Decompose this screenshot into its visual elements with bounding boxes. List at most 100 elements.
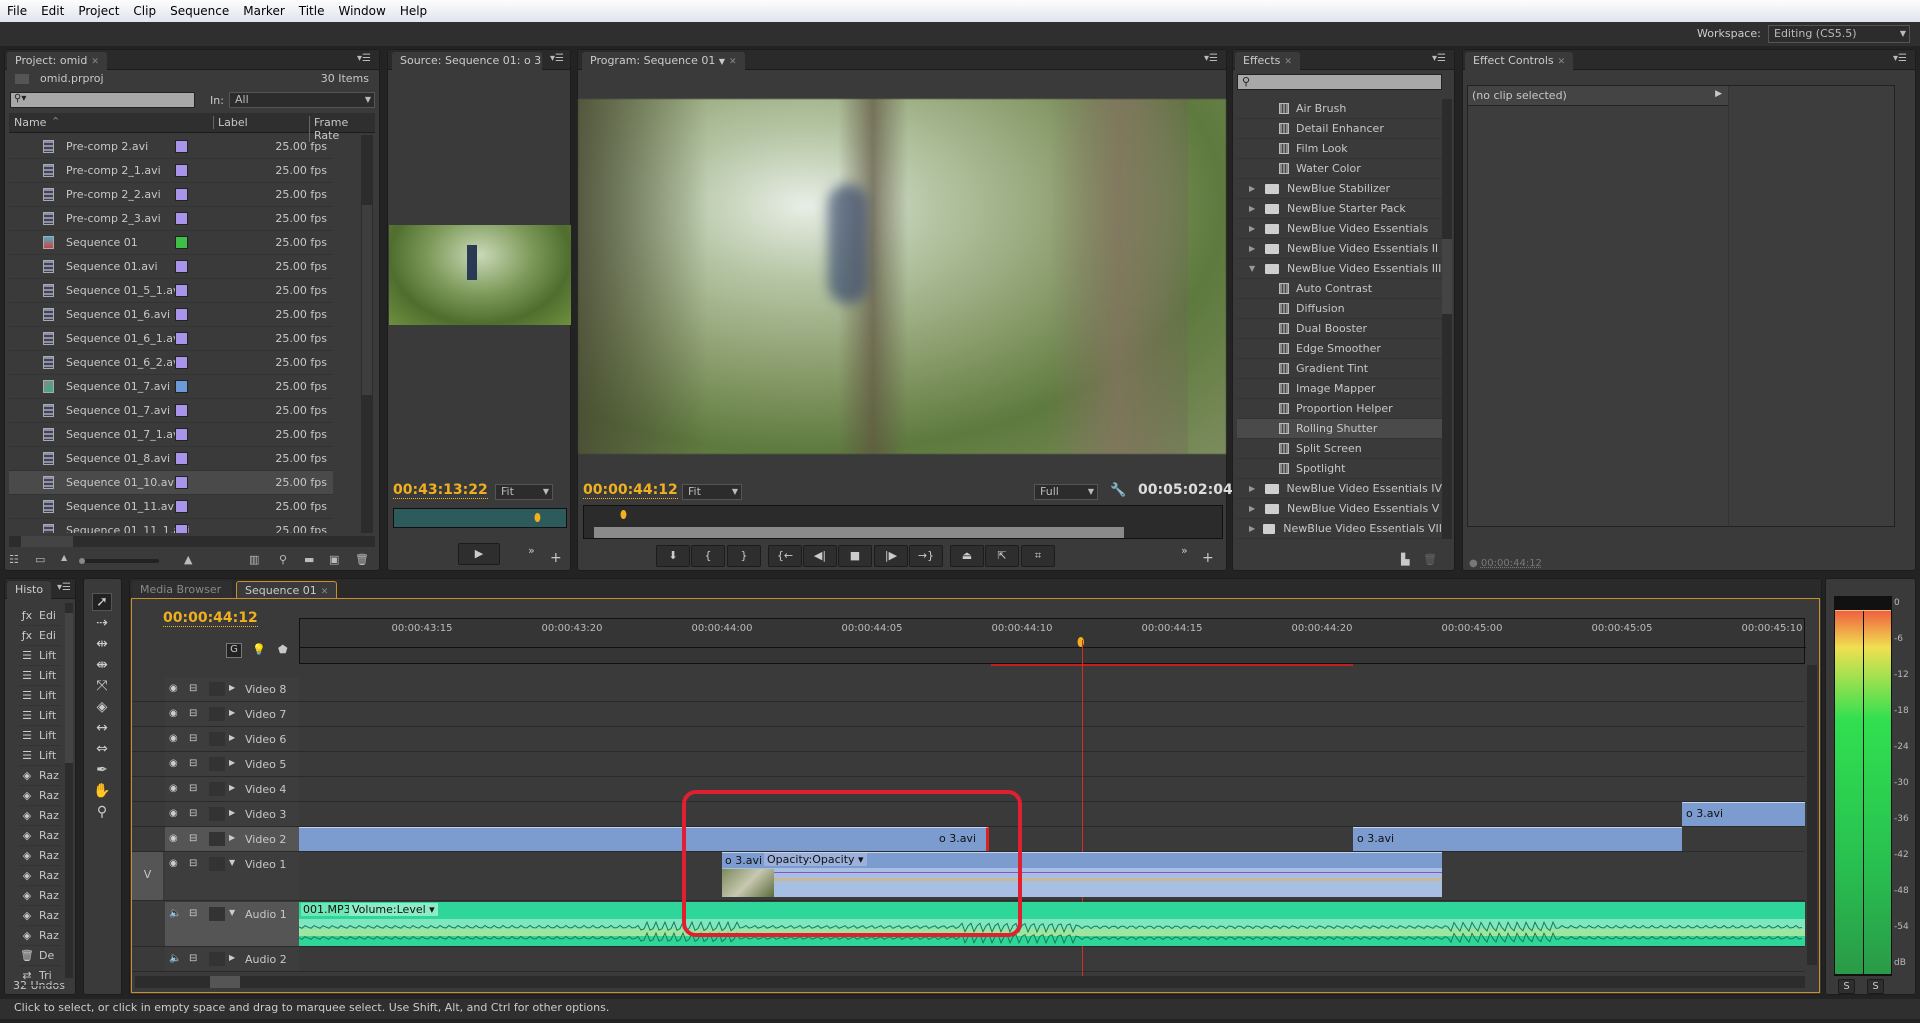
- effect-folder[interactable]: ▶ NewBlue Video Essentials: [1237, 219, 1442, 239]
- history-item[interactable]: ◈ Raz: [19, 886, 61, 906]
- history-item[interactable]: ◈ Raz: [19, 826, 61, 846]
- project-item[interactable]: Sequence 01_11_1.avi 25.00 fps: [9, 519, 333, 533]
- panel-menu-icon[interactable]: ▾☰: [550, 53, 564, 64]
- delete-icon[interactable]: 🗑: [1423, 553, 1437, 566]
- search-input[interactable]: ⚲▾: [10, 92, 195, 108]
- effect-item[interactable]: Water Color: [1237, 159, 1442, 179]
- menu-file[interactable]: File: [0, 4, 34, 18]
- menu-window[interactable]: Window: [331, 4, 392, 18]
- lock-toggle[interactable]: [209, 952, 225, 966]
- export-frame-button[interactable]: ⌗: [1021, 545, 1055, 567]
- effect-folder[interactable]: ▶ NewBlue Video Essentials II: [1237, 239, 1442, 259]
- ec-timecode[interactable]: ● 00:00:44:12: [1469, 558, 1542, 569]
- label-color-swatch[interactable]: [175, 188, 188, 201]
- sync-lock-icon[interactable]: ⊟: [189, 758, 205, 769]
- effect-item[interactable]: Spotlight: [1237, 459, 1442, 479]
- project-item[interactable]: Sequence 01_5_1.avi 25.00 fps: [9, 279, 333, 303]
- eye-icon[interactable]: ◉: [169, 783, 185, 794]
- tab-project[interactable]: Project: omid ✕: [7, 52, 107, 70]
- eye-icon[interactable]: ◉: [169, 833, 185, 844]
- history-item[interactable]: ☰ Lift: [19, 686, 61, 706]
- speaker-icon[interactable]: 🔈: [169, 908, 185, 919]
- source-track-target[interactable]: V: [132, 852, 163, 900]
- project-item[interactable]: Sequence 01_7_1.avi 25.00 fps: [9, 423, 333, 447]
- lock-toggle[interactable]: [209, 682, 225, 696]
- collapsed-triangle-icon[interactable]: ▶: [229, 708, 245, 717]
- collapsed-triangle-icon[interactable]: ▶: [1249, 484, 1259, 493]
- label-color-swatch[interactable]: [175, 164, 188, 177]
- add-button-icon[interactable]: +: [550, 550, 562, 566]
- label-color-swatch[interactable]: [175, 428, 188, 441]
- lock-toggle[interactable]: [209, 832, 225, 846]
- label-color-swatch[interactable]: [175, 236, 188, 249]
- menu-help[interactable]: Help: [393, 4, 434, 18]
- program-fit-dropdown[interactable]: Fit ▼: [682, 484, 742, 500]
- sync-lock-icon[interactable]: ⊟: [189, 708, 205, 719]
- clip-video3[interactable]: o 3.avi: [1682, 802, 1805, 826]
- lock-toggle[interactable]: [209, 857, 225, 871]
- rolling-edit-tool-icon[interactable]: ⇼: [92, 657, 112, 675]
- label-color-swatch[interactable]: [175, 476, 188, 489]
- effect-item[interactable]: Film Look: [1237, 139, 1442, 159]
- collapsed-triangle-icon[interactable]: ▶: [1249, 524, 1257, 533]
- project-item[interactable]: Sequence 01.avi 25.00 fps: [9, 255, 333, 279]
- project-item[interactable]: Sequence 01_6_1.avi 25.00 fps: [9, 327, 333, 351]
- rate-stretch-tool-icon[interactable]: ⤧: [92, 678, 112, 696]
- track-header[interactable]: ◉ ⊟ ▶ Video 6: [165, 727, 299, 751]
- playhead-icon[interactable]: ⬮: [620, 508, 627, 522]
- volume-keyframe-dropdown[interactable]: Volume:Level ▾: [349, 903, 438, 916]
- expanded-triangle-icon[interactable]: ▼: [229, 908, 245, 917]
- panel-menu-icon[interactable]: ▾☰: [1432, 53, 1446, 64]
- effect-item[interactable]: Diffusion: [1237, 299, 1442, 319]
- effect-folder[interactable]: ▶ NewBlue Video Essentials VII: [1237, 519, 1442, 539]
- panel-menu-icon[interactable]: ▾☰: [357, 53, 371, 64]
- track-header[interactable]: 🔈 ⊟ ▶ Audio 2: [165, 947, 299, 971]
- panel-menu-icon[interactable]: ▾☰: [1893, 53, 1907, 64]
- eye-icon[interactable]: ◉: [169, 808, 185, 819]
- menu-clip[interactable]: Clip: [126, 4, 163, 18]
- mark-in-button[interactable]: {: [691, 545, 725, 567]
- history-item[interactable]: ☰ Lift: [19, 666, 61, 686]
- add-button-icon[interactable]: +: [1202, 550, 1214, 566]
- playback-resolution-dropdown[interactable]: Full ▼: [1034, 484, 1098, 500]
- label-color-swatch[interactable]: [175, 260, 188, 273]
- marker-button[interactable]: ⬇: [656, 545, 690, 567]
- pen-tool-icon[interactable]: ✒: [92, 762, 112, 780]
- label-color-swatch[interactable]: [175, 404, 188, 417]
- set-marker-icon[interactable]: 💡: [252, 643, 266, 656]
- sync-lock-icon[interactable]: ⊟: [189, 908, 205, 919]
- menu-project[interactable]: Project: [71, 4, 126, 18]
- lock-toggle[interactable]: [209, 732, 225, 746]
- zoom-slider[interactable]: [79, 558, 159, 564]
- sync-lock-icon[interactable]: ⊟: [189, 833, 205, 844]
- more-controls-icon[interactable]: »: [1181, 544, 1188, 557]
- program-scrubber[interactable]: ⬮: [583, 505, 1223, 539]
- column-name[interactable]: Name: [14, 116, 46, 129]
- collapsed-triangle-icon[interactable]: ▶: [1249, 244, 1259, 253]
- history-item[interactable]: ☰ Lift: [19, 646, 61, 666]
- mark-out-button[interactable]: }: [727, 545, 761, 567]
- menu-edit[interactable]: Edit: [34, 4, 71, 18]
- project-item[interactable]: Sequence 01_7.avi 25.00 fps: [9, 375, 333, 399]
- effect-item[interactable]: Dual Booster: [1237, 319, 1442, 339]
- menu-sequence[interactable]: Sequence: [163, 4, 236, 18]
- timeline-vscrollbar[interactable]: [1807, 665, 1817, 965]
- sync-lock-icon[interactable]: ⊟: [189, 733, 205, 744]
- panel-menu-icon[interactable]: ▾☰: [1204, 53, 1218, 64]
- project-item[interactable]: Pre-comp 2_2.avi 25.00 fps: [9, 183, 333, 207]
- collapsed-triangle-icon[interactable]: ▶: [1249, 504, 1259, 513]
- speaker-icon[interactable]: 🔈: [169, 953, 185, 964]
- history-item[interactable]: ƒx Edi: [19, 626, 61, 646]
- source-timecode[interactable]: 00:43:13:22: [393, 482, 488, 499]
- track-select-tool-icon[interactable]: ⇢: [92, 615, 112, 633]
- collapsed-triangle-icon[interactable]: ▶: [1249, 224, 1259, 233]
- effect-folder[interactable]: ▶ NewBlue Stabilizer: [1237, 179, 1442, 199]
- track-header[interactable]: 🔈 ⊟ ▼ Audio 1: [165, 902, 299, 946]
- label-color-swatch[interactable]: [175, 308, 188, 321]
- lock-toggle[interactable]: [209, 757, 225, 771]
- expanded-triangle-icon[interactable]: ▼: [1249, 264, 1259, 273]
- effect-folder[interactable]: ▶ NewBlue Starter Pack: [1237, 199, 1442, 219]
- close-icon[interactable]: ✕: [91, 57, 99, 67]
- extract-button[interactable]: ⇱: [985, 545, 1019, 567]
- effect-item[interactable]: Detail Enhancer: [1237, 119, 1442, 139]
